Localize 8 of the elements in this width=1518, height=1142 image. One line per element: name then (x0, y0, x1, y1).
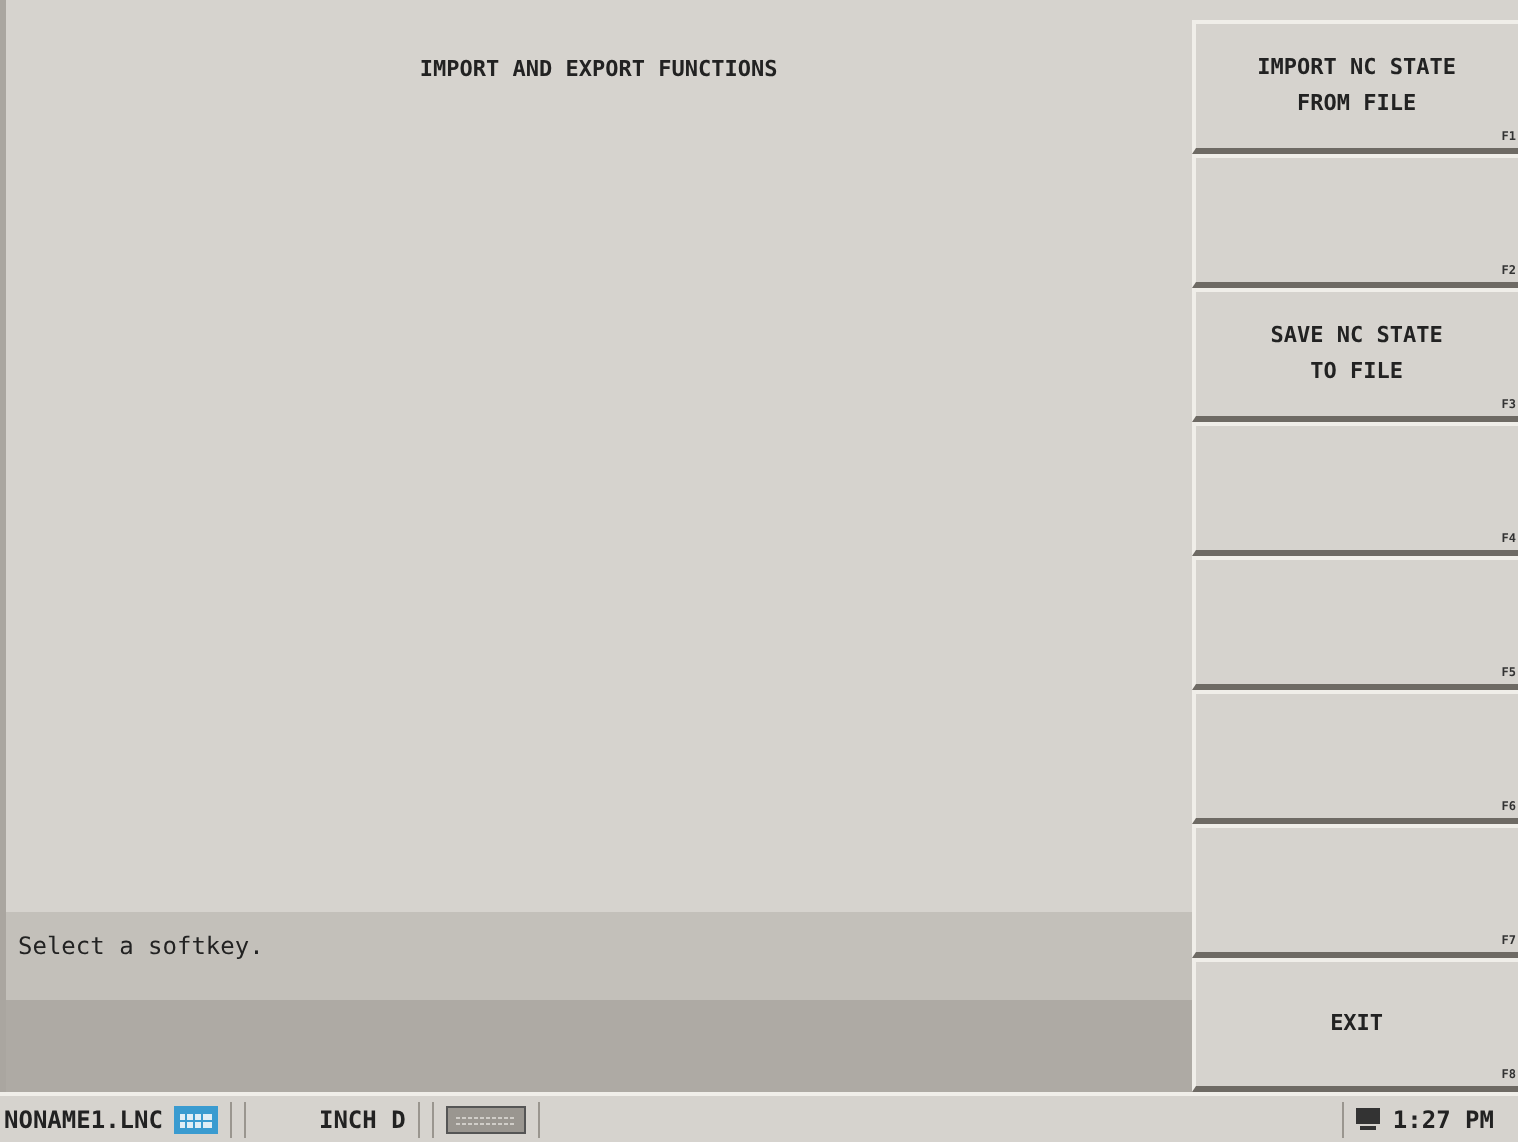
file-name: NONAME1.LNC (4, 1105, 163, 1133)
units-indicator: INCH D (318, 1105, 406, 1133)
screen-title: IMPORT AND EXPORT FUNCTIONS (417, 54, 780, 86)
calculator-icon[interactable] (174, 1105, 219, 1133)
keyboard-icon[interactable] (445, 1105, 526, 1133)
clock-time: 1:27 PM (1392, 1105, 1494, 1133)
status-message: Select a softkey. (18, 932, 264, 960)
computer-icon (1356, 1108, 1381, 1130)
